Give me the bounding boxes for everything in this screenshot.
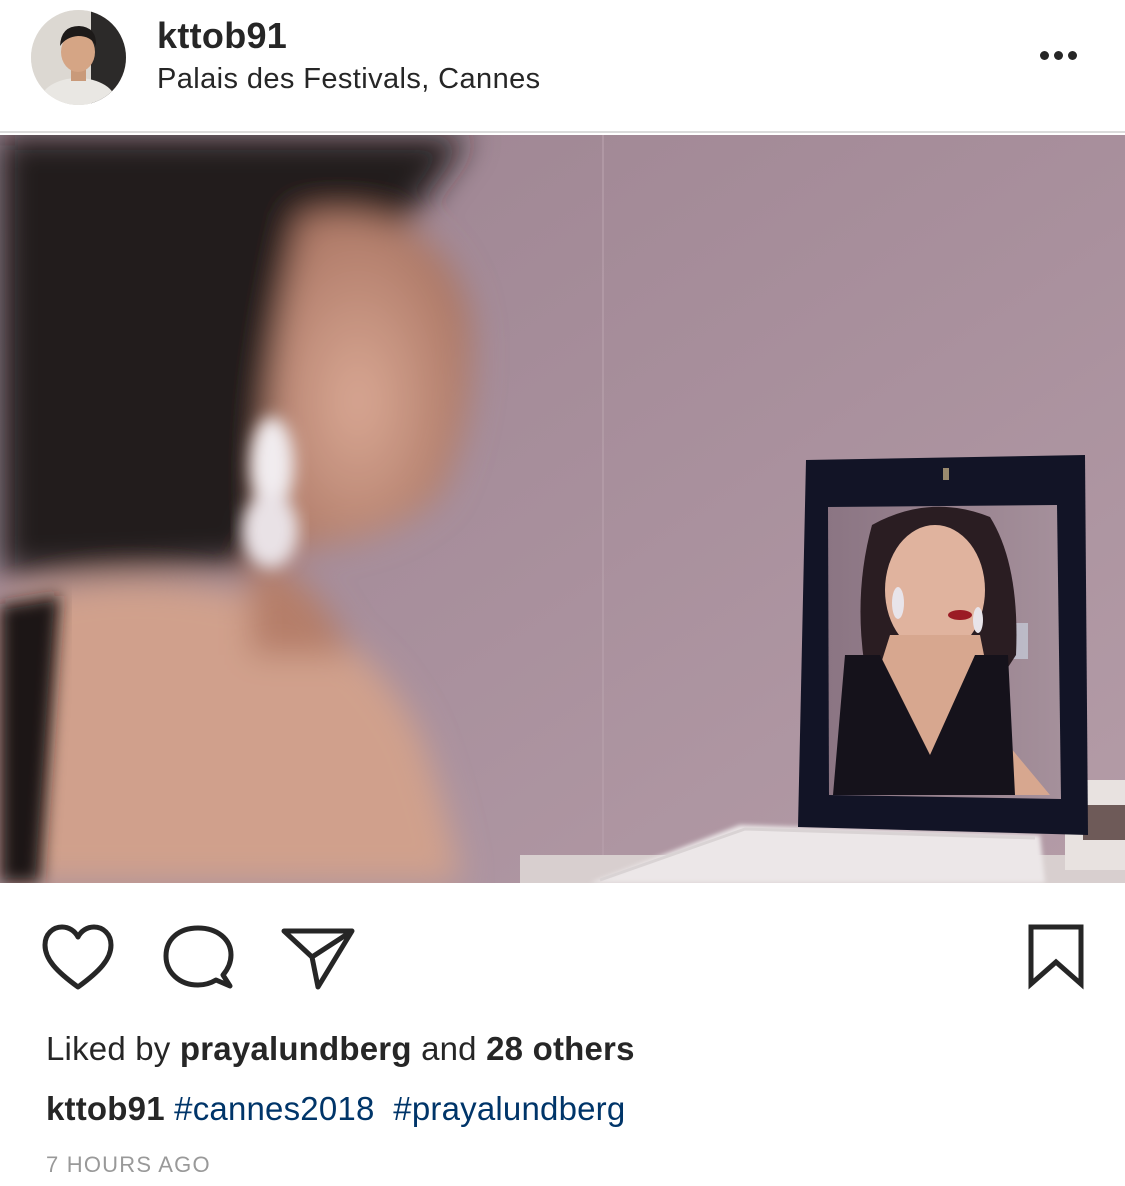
liked-by-username[interactable]: prayalundberg <box>180 1030 412 1067</box>
save-button[interactable] <box>1024 921 1088 991</box>
likes-summary: Liked by prayalundberg and 28 others <box>46 1030 635 1068</box>
more-horizontal-icon-dot <box>1053 50 1063 60</box>
caption-username[interactable]: kttob91 <box>46 1090 165 1127</box>
comment-button[interactable] <box>160 923 236 993</box>
paper-plane-icon <box>281 928 355 990</box>
more-horizontal-icon <box>1039 50 1049 60</box>
post-author-username[interactable]: kttob91 <box>157 15 287 57</box>
post-header: kttob91 Palais des Festivals, Cannes <box>0 0 1125 133</box>
heart-icon <box>42 924 114 990</box>
post-photo-image <box>0 135 1125 883</box>
comment-icon <box>163 925 234 989</box>
post-photo[interactable] <box>0 135 1125 883</box>
hashtag-link[interactable]: #prayalundberg <box>393 1090 625 1127</box>
share-button[interactable] <box>280 923 356 993</box>
more-options-button[interactable] <box>1030 40 1086 70</box>
likes-prefix: Liked by <box>46 1030 171 1067</box>
avatar-image <box>31 10 126 105</box>
hashtag-link[interactable]: #cannes2018 <box>174 1090 374 1127</box>
like-button[interactable] <box>40 923 116 993</box>
post-caption: kttob91 #cannes2018 #prayalundberg <box>46 1090 625 1128</box>
avatar[interactable] <box>31 10 126 105</box>
more-horizontal-icon-dot <box>1067 50 1077 60</box>
post-timestamp: 7 HOURS AGO <box>46 1152 211 1177</box>
likes-others-count[interactable]: 28 others <box>486 1030 635 1067</box>
likes-connector: and <box>421 1030 477 1067</box>
post-location[interactable]: Palais des Festivals, Cannes <box>157 63 541 96</box>
bookmark-icon <box>1028 924 1084 990</box>
